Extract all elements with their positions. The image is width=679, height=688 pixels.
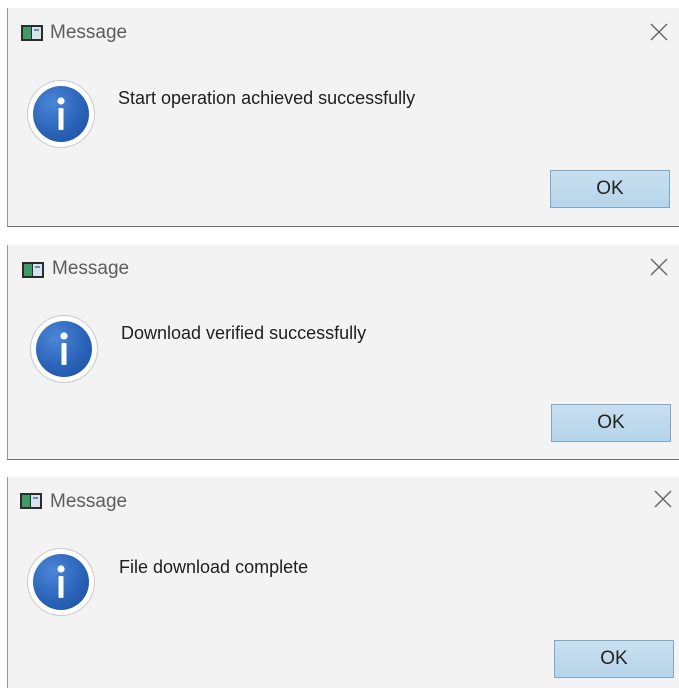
info-icon: [31, 316, 97, 382]
close-icon: [654, 490, 672, 508]
app-window-icon: [21, 25, 43, 41]
info-icon: [28, 81, 94, 147]
close-icon: [650, 258, 668, 276]
info-icon: [28, 549, 94, 615]
close-button[interactable]: [645, 18, 673, 46]
dialog-stack: Message Start operation achieved success…: [0, 0, 679, 688]
close-icon: [650, 23, 668, 41]
title-bar: Message: [8, 477, 679, 527]
dialog-title: Message: [50, 491, 128, 512]
message-dialog-1: Message Start operation achieved success…: [7, 8, 679, 227]
message-dialog-3: Message File download complete OK: [7, 477, 679, 688]
app-window-icon: [20, 493, 42, 509]
app-window-icon: [22, 262, 44, 278]
ok-button[interactable]: OK: [551, 404, 671, 442]
dialog-message: Start operation achieved successfully: [118, 88, 416, 108]
dialog-title: Message: [50, 22, 128, 43]
message-dialog-2: Message Download verified successfully O…: [7, 245, 679, 460]
ok-button[interactable]: OK: [554, 640, 674, 678]
dialog-message: File download complete: [119, 557, 309, 577]
dialog-title: Message: [52, 258, 130, 279]
title-bar: Message: [8, 8, 679, 58]
close-button[interactable]: [649, 485, 677, 513]
dialog-message: Download verified successfully: [121, 323, 367, 343]
ok-button[interactable]: OK: [550, 170, 670, 208]
title-bar: Message: [8, 245, 679, 295]
close-button[interactable]: [645, 253, 673, 281]
